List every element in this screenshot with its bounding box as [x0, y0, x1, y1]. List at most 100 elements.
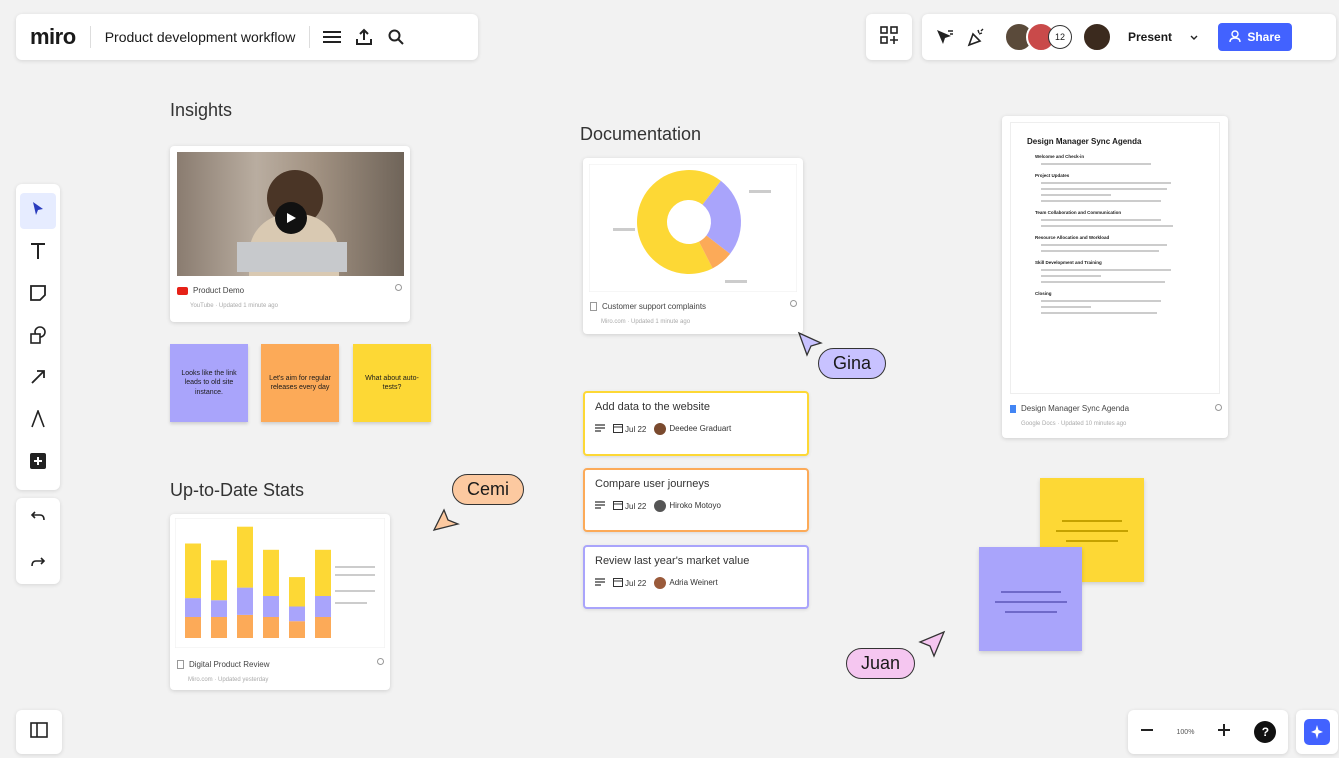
task-assignee[interactable]: Deedee Graduart [654, 423, 731, 435]
doc-text-line [1041, 219, 1161, 221]
assignee-name: Hiroko Motoyo [669, 501, 721, 511]
undo-icon [30, 509, 46, 527]
doc-card-title: Customer support complaints [602, 302, 707, 311]
sticky-note-icon [30, 284, 46, 306]
calendar-icon[interactable] [613, 500, 623, 512]
user-icon [1229, 29, 1242, 45]
sticky-note[interactable] [979, 547, 1082, 651]
doc-text-line [1041, 194, 1111, 196]
collaboration-toolbar-button[interactable] [866, 14, 912, 60]
google-docs-icon [1010, 404, 1016, 413]
bar-segment [263, 549, 279, 596]
doc-preview[interactable]: Design Manager Sync Agenda Welcome and C… [1010, 122, 1220, 394]
calendar-icon[interactable] [613, 423, 623, 435]
zoom-out-button[interactable] [1140, 723, 1154, 742]
collaborator-cursor-label: Gina [818, 348, 887, 379]
sticky-text-line [1062, 520, 1122, 522]
frames-panel-button[interactable] [16, 710, 62, 754]
stats-card[interactable]: Digital Product Review Miro.com · Update… [170, 514, 390, 690]
description-icon[interactable] [595, 578, 605, 588]
export-icon[interactable] [348, 21, 380, 53]
bar-segment [211, 560, 227, 601]
sticky-note[interactable]: What about auto-tests? [353, 344, 431, 422]
miro-logo[interactable]: miro [30, 24, 76, 50]
section-title-insights: Insights [170, 100, 233, 120]
bar-segment [185, 598, 201, 617]
board-title[interactable]: Product development workflow [105, 29, 296, 45]
help-button[interactable]: ? [1254, 721, 1277, 743]
video-embed-card[interactable]: Product Demo YouTube · Updated 1 minute … [170, 146, 410, 322]
plus-square-icon [30, 452, 46, 474]
bar-segment [237, 614, 253, 638]
divider [89, 26, 91, 48]
task-assignee[interactable]: Hiroko Motoyo [654, 500, 721, 512]
stats-card-subtitle: Miro.com · Updated yesterday [188, 677, 269, 683]
search-icon[interactable] [380, 21, 412, 53]
collaborator-avatars[interactable]: 12 [1004, 22, 1112, 52]
settings-icon[interactable] [790, 300, 797, 307]
legend-line [725, 280, 747, 283]
sticky-note[interactable]: Let's aim for regular releases every day [261, 344, 339, 422]
legend-line [335, 574, 375, 576]
section-title-documentation: Documentation [580, 124, 702, 144]
menu-icon[interactable] [316, 21, 348, 53]
task-due-date[interactable]: Jul 22 [625, 425, 646, 434]
ai-assist-button[interactable] [1296, 710, 1338, 754]
play-icon[interactable] [275, 202, 307, 234]
bar-segment [289, 621, 305, 638]
doc-text-line [1041, 200, 1161, 202]
doc-text-line [1041, 312, 1157, 314]
settings-icon[interactable] [1215, 404, 1222, 411]
more-tools-button[interactable] [20, 445, 56, 481]
shapes-tool-button[interactable] [20, 319, 56, 355]
pen-tool-button[interactable] [20, 403, 56, 439]
celebrate-icon[interactable] [960, 21, 992, 53]
task-due-date[interactable]: Jul 22 [625, 502, 646, 511]
sticky-note[interactable]: Looks like the link leads to old site in… [170, 344, 248, 422]
collaborator-cursor-label: Cemi [452, 474, 525, 505]
description-icon[interactable] [595, 424, 605, 434]
task-title: Add data to the website [595, 401, 710, 413]
collaboration-bar: 12 Present Share [922, 14, 1336, 60]
task-assignee[interactable]: Adria Weinert [654, 577, 718, 589]
task-card[interactable]: Compare user journeys Jul 22 Hiroko Moto… [583, 468, 809, 532]
bar-segment [211, 600, 227, 617]
undo-button[interactable] [20, 501, 56, 535]
youtube-icon [177, 286, 188, 295]
doc-chart-card[interactable]: Customer support complaints Miro.com · U… [583, 158, 803, 334]
text-tool-button[interactable] [20, 235, 56, 271]
sticky-text-line [1001, 591, 1061, 593]
agenda-doc-subtitle: Google Docs · Updated 10 minutes ago [1021, 421, 1127, 427]
legend-line [335, 590, 375, 592]
doc-text-line [1041, 306, 1091, 308]
doc-text-line [1041, 269, 1171, 271]
google-doc-card[interactable]: Design Manager Sync Agenda Welcome and C… [1002, 116, 1228, 438]
settings-icon[interactable] [395, 284, 402, 291]
redo-button[interactable] [20, 547, 56, 581]
video-thumbnail[interactable] [177, 152, 404, 276]
zoom-level[interactable]: 100% [1177, 729, 1195, 736]
share-label: Share [1247, 30, 1281, 44]
undo-redo-toolbar [16, 498, 60, 584]
text-icon [30, 242, 46, 265]
follow-cursor-icon[interactable] [928, 21, 960, 53]
task-card[interactable]: Review last year's market value Jul 22 A… [583, 545, 809, 609]
zoom-in-button[interactable] [1217, 723, 1231, 742]
doc-text-line [1041, 163, 1151, 165]
calendar-icon[interactable] [613, 577, 623, 589]
settings-icon[interactable] [377, 658, 384, 665]
agenda-doc-title: Design Manager Sync Agenda [1021, 404, 1130, 413]
task-due-date[interactable]: Jul 22 [625, 579, 646, 588]
doc-text-line [1041, 225, 1173, 227]
video-title: Product Demo [193, 286, 245, 295]
sticky-note-tool-button[interactable] [20, 277, 56, 313]
board-header: miro Product development workflow [16, 14, 478, 60]
present-button[interactable]: Present [1128, 30, 1198, 44]
task-card[interactable]: Add data to the website Jul 22 Deedee Gr… [583, 391, 809, 456]
description-icon[interactable] [595, 501, 605, 511]
sticky-text-line [1066, 540, 1118, 542]
connection-line-tool-button[interactable] [20, 361, 56, 397]
legend-line [335, 602, 367, 604]
share-button[interactable]: Share [1218, 23, 1293, 51]
select-tool-button[interactable] [20, 193, 56, 229]
